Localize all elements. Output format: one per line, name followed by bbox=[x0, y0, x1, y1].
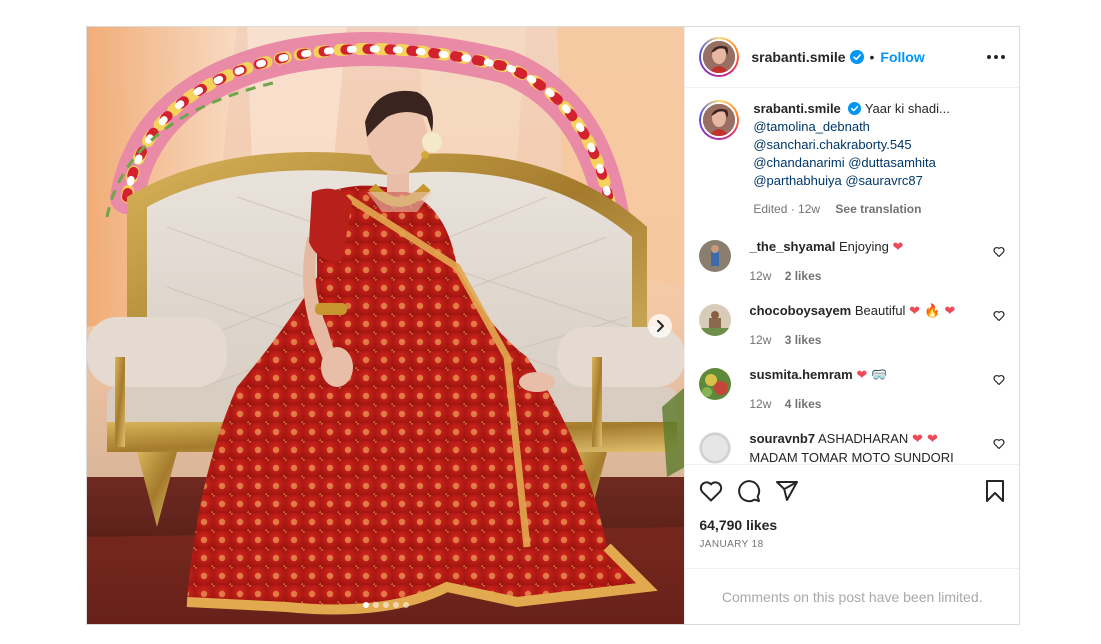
commenter-username[interactable]: _the_shyamal bbox=[749, 239, 835, 254]
save-icon bbox=[986, 480, 1004, 502]
comments-list[interactable]: srabanti.smile Yaar ki shadi... @tamolin… bbox=[685, 88, 1019, 464]
heart-icon bbox=[700, 481, 723, 502]
carousel-indicator bbox=[87, 602, 684, 608]
post-caption: srabanti.smile Yaar ki shadi... @tamolin… bbox=[699, 100, 1005, 218]
comment-item: chocoboysayem Beautiful ❤ 🔥 ❤ 12w 3 like… bbox=[699, 302, 1005, 349]
caption-mention[interactable]: @chandanarimi bbox=[753, 155, 844, 170]
commenter-username[interactable]: chocoboysayem bbox=[749, 303, 851, 318]
comment-age: 12w bbox=[749, 333, 772, 347]
like-button[interactable] bbox=[699, 480, 723, 502]
comment-age: 12w bbox=[749, 269, 772, 283]
author-avatar[interactable] bbox=[699, 37, 740, 77]
caption-mention[interactable]: @sauravrc87 bbox=[845, 173, 923, 188]
post-card: srabanti.smile • Follow srabanti.smile Y… bbox=[86, 26, 1020, 625]
likes-count[interactable]: 64,790 likes bbox=[699, 517, 1005, 533]
verified-badge-icon bbox=[848, 102, 862, 115]
save-button[interactable] bbox=[985, 480, 1005, 502]
chevron-right-icon bbox=[657, 320, 665, 332]
post-header: srabanti.smile • Follow bbox=[685, 27, 1019, 88]
comment-emoji: ❤ 🥽 bbox=[856, 368, 888, 383]
commenter-username[interactable]: souravnb7 bbox=[749, 431, 815, 446]
caption-mention[interactable]: @duttasamhita bbox=[848, 155, 936, 170]
caption-text: Yaar ki shadi... bbox=[864, 101, 950, 116]
comment-item: _the_shyamal Enjoying ❤ 12w 2 likes bbox=[699, 238, 1005, 285]
carousel-dot-5 bbox=[402, 602, 409, 608]
commenter-avatar[interactable] bbox=[699, 432, 732, 464]
caption-username[interactable]: srabanti.smile bbox=[753, 101, 840, 116]
commenter-avatar[interactable] bbox=[699, 240, 732, 272]
caption-mention[interactable]: @tamolina_debnath bbox=[753, 118, 949, 136]
heart-icon[interactable] bbox=[993, 246, 1005, 257]
comment-text: Beautiful bbox=[854, 303, 906, 318]
caption-meta: Edited · 12w See translation bbox=[753, 200, 949, 218]
caption-edited: Edited · 12w bbox=[753, 202, 821, 216]
comment-likes[interactable]: 3 likes bbox=[785, 333, 822, 347]
heart-icon[interactable] bbox=[993, 310, 1005, 321]
caption-mention[interactable]: @parthabhuiya bbox=[753, 173, 841, 188]
comment-button[interactable] bbox=[737, 479, 761, 503]
comment-text: Enjoying bbox=[838, 239, 889, 254]
comment-emoji: ❤ 🔥 ❤ bbox=[909, 304, 956, 319]
verified-badge-icon bbox=[849, 50, 864, 64]
carousel-dot-1 bbox=[362, 602, 369, 608]
comments-limited-notice: Comments on this post have been limited. bbox=[685, 568, 1019, 624]
comment-text-continued: MADAM TOMAR MOTO SUNDORI bbox=[749, 450, 954, 464]
comment-likes[interactable]: 4 likes bbox=[785, 397, 822, 411]
follow-button[interactable]: Follow bbox=[880, 49, 924, 65]
author-username[interactable]: srabanti.smile bbox=[751, 49, 845, 65]
comment-icon bbox=[738, 480, 761, 503]
share-button[interactable] bbox=[775, 479, 799, 503]
post-photo bbox=[87, 27, 685, 624]
comment-age: 12w bbox=[749, 397, 772, 411]
heart-icon[interactable] bbox=[993, 438, 1005, 449]
see-translation-link[interactable]: See translation bbox=[835, 202, 921, 216]
comment-likes[interactable]: 2 likes bbox=[785, 269, 822, 283]
comment-emoji: ❤ bbox=[892, 240, 904, 255]
carousel-dot-2 bbox=[372, 602, 379, 608]
caption-mention[interactable]: @sanchari.chakraborty.545 bbox=[753, 136, 949, 154]
comment-item: souravnb7 ASHADHARAN ❤ ❤ MADAM TOMAR MOT… bbox=[699, 430, 1005, 464]
post-actions: 64,790 likes JANUARY 18 bbox=[685, 464, 1019, 568]
post-sidebar: srabanti.smile • Follow srabanti.smile Y… bbox=[684, 27, 1019, 624]
commenter-username[interactable]: susmita.hemram bbox=[749, 367, 852, 382]
header-separator: • bbox=[869, 49, 875, 65]
comment-text: ASHADHARAN bbox=[818, 431, 909, 446]
caption-author-avatar[interactable] bbox=[699, 100, 740, 140]
share-icon bbox=[776, 481, 799, 501]
commenter-avatar[interactable] bbox=[699, 304, 732, 336]
carousel-dot-3 bbox=[382, 602, 389, 608]
comment-item: susmita.hemram ❤ 🥽 12w 4 likes bbox=[699, 366, 1005, 413]
more-options-icon[interactable] bbox=[987, 55, 1005, 59]
carousel-dot-4 bbox=[392, 602, 399, 608]
comment-emoji: ❤ ❤ bbox=[911, 432, 938, 447]
heart-icon[interactable] bbox=[993, 374, 1005, 385]
post-media[interactable] bbox=[87, 27, 685, 624]
commenter-avatar[interactable] bbox=[699, 368, 732, 400]
post-date: JANUARY 18 bbox=[699, 539, 764, 550]
